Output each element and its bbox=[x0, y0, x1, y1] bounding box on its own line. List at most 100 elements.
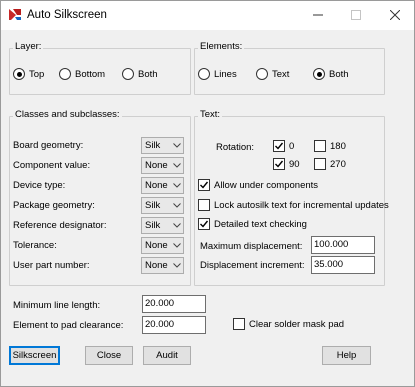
rotation-270-checkbox[interactable]: 270 bbox=[314, 157, 346, 171]
reference-designator-label: Reference designator: bbox=[13, 220, 107, 231]
elements-lines-radio[interactable]: Lines bbox=[198, 67, 237, 81]
chevron-down-icon bbox=[171, 198, 183, 213]
checkbox-box bbox=[314, 140, 326, 152]
tolerance-select[interactable]: None bbox=[141, 237, 184, 254]
checkbox-label: Detailed text checking bbox=[214, 218, 307, 230]
element-to-pad-label: Element to pad clearance: bbox=[13, 320, 124, 331]
chevron-down-icon bbox=[171, 158, 183, 173]
checkbox-label: Lock autosilk text for incremental updat… bbox=[214, 199, 389, 211]
radio-indicator bbox=[198, 68, 210, 80]
radio-label: Lines bbox=[214, 68, 237, 80]
elements-legend: Elements: bbox=[198, 41, 245, 52]
check-icon bbox=[275, 142, 284, 150]
app-icon bbox=[8, 8, 22, 21]
minimize-button[interactable] bbox=[300, 1, 336, 28]
check-icon bbox=[200, 181, 209, 189]
tolerance-label: Tolerance: bbox=[13, 240, 57, 251]
checkbox-label: 0 bbox=[289, 140, 295, 152]
chevron-down-icon bbox=[171, 138, 183, 153]
close-window-button[interactable] bbox=[377, 1, 413, 28]
audit-button[interactable]: Audit bbox=[143, 346, 191, 365]
checkbox-box bbox=[314, 158, 326, 170]
check-icon bbox=[200, 220, 209, 228]
checkbox-label: Clear solder mask pad bbox=[249, 318, 345, 330]
auto-silkscreen-dialog: Auto Silkscreen Layer: Top Bottom Both E… bbox=[0, 0, 415, 387]
silkscreen-button[interactable]: Silkscreen bbox=[9, 346, 60, 365]
checkbox-label: 180 bbox=[330, 140, 346, 152]
checkbox-label: 270 bbox=[330, 158, 346, 170]
layer-bottom-radio[interactable]: Bottom bbox=[59, 67, 105, 81]
detailed-text-checking-checkbox[interactable]: Detailed text checking bbox=[198, 217, 307, 231]
device-type-label: Device type: bbox=[13, 180, 66, 191]
component-value-select[interactable]: None bbox=[141, 157, 184, 174]
rotation-0-checkbox[interactable]: 0 bbox=[273, 139, 294, 153]
radio-label: Top bbox=[29, 68, 45, 80]
radio-indicator bbox=[313, 68, 325, 80]
title-bar[interactable]: Auto Silkscreen bbox=[1, 1, 414, 30]
checkbox-box bbox=[198, 199, 210, 211]
max-displacement-input[interactable]: 100.000 bbox=[311, 236, 375, 254]
user-part-number-label: User part number: bbox=[13, 260, 90, 271]
window-title: Auto Silkscreen bbox=[27, 9, 107, 21]
rotation-label: Rotation: bbox=[216, 142, 255, 153]
element-to-pad-input[interactable]: 20.000 bbox=[142, 316, 206, 334]
radio-label: Both bbox=[138, 68, 158, 80]
chevron-down-icon bbox=[171, 178, 183, 193]
layer-both-radio[interactable]: Both bbox=[122, 67, 158, 81]
user-part-number-select[interactable]: None bbox=[141, 257, 184, 274]
close-button[interactable]: Close bbox=[85, 346, 133, 365]
lock-autosilk-checkbox[interactable]: Lock autosilk text for incremental updat… bbox=[198, 198, 389, 212]
minimize-icon bbox=[313, 14, 323, 15]
elements-text-radio[interactable]: Text bbox=[256, 67, 289, 81]
device-type-select[interactable]: None bbox=[141, 177, 184, 194]
checkbox-box bbox=[233, 318, 245, 330]
radio-indicator bbox=[59, 68, 71, 80]
maximize-button[interactable] bbox=[338, 1, 374, 28]
checkbox-box bbox=[198, 218, 210, 230]
select-value: None bbox=[145, 160, 168, 171]
checkbox-box bbox=[198, 179, 210, 191]
radio-label: Bottom bbox=[75, 68, 106, 80]
allow-under-components-checkbox[interactable]: Allow under components bbox=[198, 178, 318, 192]
chevron-down-icon bbox=[171, 238, 183, 253]
checkbox-label: Allow under components bbox=[214, 179, 319, 191]
displacement-increment-label: Displacement increment: bbox=[200, 260, 305, 271]
radio-indicator bbox=[256, 68, 268, 80]
max-displacement-label: Maximum displacement: bbox=[200, 241, 303, 252]
displacement-increment-input[interactable]: 35.000 bbox=[311, 256, 375, 274]
select-value: None bbox=[145, 260, 168, 271]
help-button[interactable]: Help bbox=[322, 346, 371, 365]
select-value: Silk bbox=[145, 140, 161, 151]
min-line-length-label: Minimum line length: bbox=[13, 300, 101, 311]
radio-label: Text bbox=[272, 68, 290, 80]
elements-both-radio[interactable]: Both bbox=[313, 67, 349, 81]
board-geometry-select[interactable]: Silk bbox=[141, 137, 184, 154]
rotation-90-checkbox[interactable]: 90 bbox=[273, 157, 300, 171]
radio-indicator bbox=[13, 68, 25, 80]
check-icon bbox=[275, 160, 284, 168]
radio-label: Both bbox=[329, 68, 349, 80]
radio-indicator bbox=[122, 68, 134, 80]
maximize-icon bbox=[351, 9, 361, 20]
select-value: None bbox=[145, 180, 168, 191]
reference-designator-select[interactable]: Silk bbox=[141, 217, 184, 234]
rotation-180-checkbox[interactable]: 180 bbox=[314, 139, 346, 153]
checkbox-box bbox=[273, 158, 285, 170]
board-geometry-label: Board geometry: bbox=[13, 140, 84, 151]
package-geometry-label: Package geometry: bbox=[13, 200, 95, 211]
checkbox-box bbox=[273, 140, 285, 152]
clear-solder-mask-checkbox[interactable]: Clear solder mask pad bbox=[233, 317, 344, 331]
chevron-down-icon bbox=[171, 218, 183, 233]
text-legend: Text: bbox=[198, 109, 223, 120]
close-icon bbox=[390, 9, 400, 20]
package-geometry-select[interactable]: Silk bbox=[141, 197, 184, 214]
component-value-label: Component value: bbox=[13, 160, 91, 171]
layer-top-radio[interactable]: Top bbox=[13, 67, 44, 81]
min-line-length-input[interactable]: 20.000 bbox=[142, 295, 206, 313]
select-value: None bbox=[145, 240, 168, 251]
layer-legend: Layer: bbox=[13, 41, 44, 52]
checkbox-label: 90 bbox=[289, 158, 300, 170]
chevron-down-icon bbox=[171, 258, 183, 273]
classes-legend: Classes and subclasses: bbox=[13, 109, 122, 120]
select-value: Silk bbox=[145, 200, 161, 211]
